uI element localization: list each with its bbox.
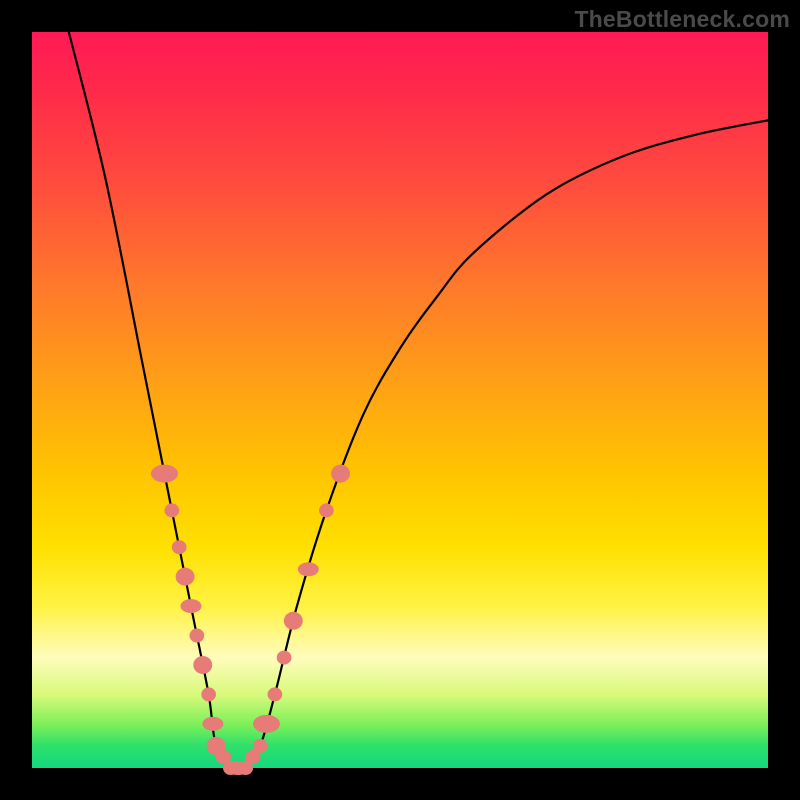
- bead: [319, 503, 334, 517]
- bead: [331, 465, 350, 483]
- bead: [151, 465, 178, 483]
- bead: [190, 629, 205, 643]
- beads-group: [151, 465, 350, 775]
- bead: [253, 715, 280, 733]
- bead: [245, 750, 260, 764]
- bead: [298, 562, 319, 576]
- bead: [284, 612, 303, 630]
- watermark-text: TheBottleneck.com: [574, 6, 790, 33]
- bead: [202, 717, 223, 731]
- bottleneck-curve-svg: [32, 32, 768, 768]
- curve-group: [69, 32, 768, 771]
- bead: [164, 503, 179, 517]
- bead: [172, 540, 187, 554]
- bead: [268, 687, 283, 701]
- plot-area: [32, 32, 768, 768]
- bead: [277, 651, 292, 665]
- bead: [176, 568, 195, 586]
- chart-frame: TheBottleneck.com: [0, 0, 800, 800]
- bead: [193, 656, 212, 674]
- bead: [180, 599, 201, 613]
- bottleneck-curve: [69, 32, 768, 771]
- bead: [201, 687, 216, 701]
